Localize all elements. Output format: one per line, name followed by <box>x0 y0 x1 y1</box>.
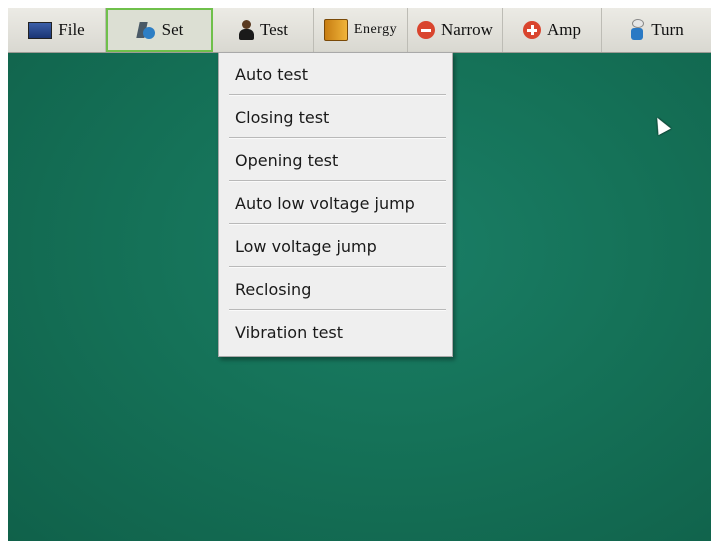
menu-test[interactable]: Test <box>213 8 314 52</box>
plus-circle-icon <box>523 21 541 39</box>
mouse-cursor-icon <box>651 114 671 136</box>
menu-test-label: Test <box>259 20 289 39</box>
menu-turn-label: Turn <box>651 20 684 39</box>
menu-energy-label: Energy <box>353 22 398 37</box>
menu-amp[interactable]: Amp <box>503 8 602 52</box>
dropdown-item-low-voltage-jump[interactable]: Low voltage jump <box>219 225 452 268</box>
menu-narrow[interactable]: Narrow <box>408 8 503 52</box>
menu-file[interactable]: File <box>8 8 106 52</box>
menu-narrow-label: Narrow <box>441 20 493 39</box>
dropdown-item-opening-test[interactable]: Opening test <box>219 139 452 182</box>
menu-amp-label: Amp <box>547 20 581 39</box>
dropdown-item-auto-low-voltage-jump[interactable]: Auto low voltage jump <box>219 182 452 225</box>
screen: File Set Test Energy Narrow Amp Turn Aut… <box>8 8 711 541</box>
menu-bar: File Set Test Energy Narrow Amp Turn <box>8 8 711 53</box>
menu-energy[interactable]: Energy <box>314 8 408 52</box>
menu-set[interactable]: Set <box>106 8 213 52</box>
turn-icon <box>629 19 645 41</box>
dropdown-item-auto-test[interactable]: Auto test <box>219 53 452 96</box>
menu-file-label: File <box>58 20 85 39</box>
menu-turn[interactable]: Turn <box>602 8 711 52</box>
book-icon <box>323 19 348 41</box>
person-icon <box>238 20 254 40</box>
test-dropdown-menu: Auto test Closing test Opening test Auto… <box>218 52 453 357</box>
dropdown-item-reclosing[interactable]: Reclosing <box>219 268 452 311</box>
menu-set-label: Set <box>161 20 184 39</box>
dropdown-item-closing-test[interactable]: Closing test <box>219 96 452 139</box>
minus-circle-icon <box>417 21 436 39</box>
set-icon <box>136 20 156 40</box>
monitor-icon <box>28 21 53 39</box>
dropdown-item-vibration-test[interactable]: Vibration test <box>219 311 452 354</box>
